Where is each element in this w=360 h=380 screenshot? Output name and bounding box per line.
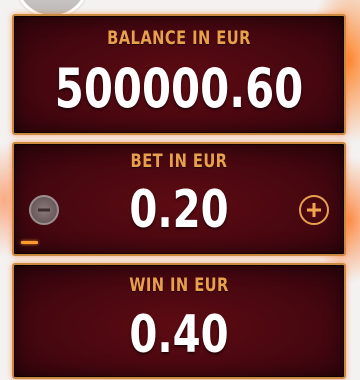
bet-indicator-bar [21, 241, 38, 244]
balance-panel: BALANCE IN EUR 500000.60 [12, 14, 346, 135]
bet-label: BET IN EUR [130, 150, 228, 172]
balance-label: BALANCE IN EUR [107, 27, 251, 49]
win-panel: WIN IN EUR 0.40 [12, 263, 346, 379]
plus-circle-icon [307, 203, 321, 217]
increase-bet-button[interactable] [299, 195, 329, 225]
balance-value: 500000.60 [54, 57, 304, 120]
bet-panel: BET IN EUR 0.20 [12, 142, 346, 256]
win-label: WIN IN EUR [129, 274, 229, 296]
win-value: 0.40 [129, 305, 229, 365]
bet-value: 0.20 [129, 180, 229, 240]
